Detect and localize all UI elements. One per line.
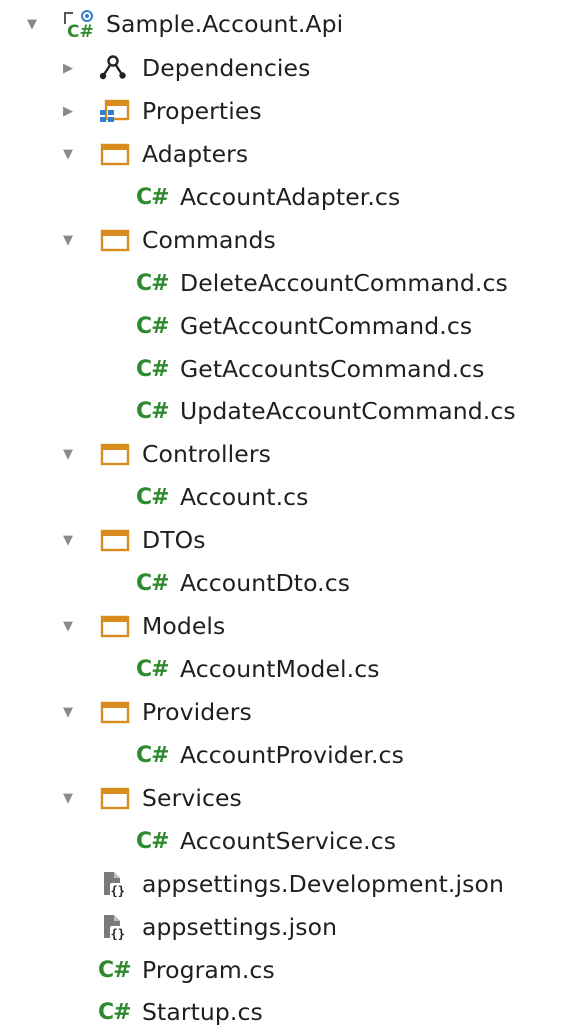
tree-item-folder-dtos[interactable]: ▼ DTOs: [60, 520, 206, 560]
json-settings-icon: {}: [98, 870, 132, 898]
tree-item-properties[interactable]: ▶ Properties: [60, 91, 262, 131]
tree-item-file-deleteaccountcommand[interactable]: C# DeleteAccountCommand.cs: [136, 263, 508, 303]
folder-icon: [98, 698, 132, 726]
csharp-file-icon: C#: [136, 828, 170, 854]
tree-item-file-appsettings[interactable]: {} appsettings.json: [98, 907, 337, 947]
tree-item-file-startup[interactable]: C# Startup.cs: [98, 992, 263, 1032]
tree-item-folder-commands[interactable]: ▼ Commands: [60, 220, 276, 260]
tree-item-folder-providers[interactable]: ▼ Providers: [60, 692, 252, 732]
tree-item-label: UpdateAccountCommand.cs: [180, 397, 516, 425]
svg-text:{}: {}: [111, 884, 125, 898]
csharp-file-icon: C#: [98, 999, 132, 1025]
folder-icon: [98, 526, 132, 554]
tree-item-file-accountmodel[interactable]: C# AccountModel.cs: [136, 649, 380, 689]
tree-item-file-getaccountscommand[interactable]: C# GetAccountsCommand.cs: [136, 349, 485, 389]
expand-arrow[interactable]: ▼: [60, 146, 76, 162]
folder-icon: [98, 440, 132, 468]
expand-arrow[interactable]: ▼: [60, 532, 76, 548]
csharp-file-icon: C#: [136, 398, 170, 424]
csharp-file-icon: C#: [136, 742, 170, 768]
json-settings-icon: {}: [98, 913, 132, 941]
expand-arrow[interactable]: ▼: [60, 232, 76, 248]
csharp-file-icon: C#: [136, 484, 170, 510]
folder-icon: [98, 140, 132, 168]
tree-item-label: DTOs: [142, 526, 206, 554]
tree-item-file-getaccountcommand[interactable]: C# GetAccountCommand.cs: [136, 306, 472, 346]
tree-item-label: Adapters: [142, 140, 249, 168]
tree-item-file-accountdto[interactable]: C# AccountDto.cs: [136, 563, 350, 603]
properties-icon: [98, 97, 132, 125]
csharp-file-icon: C#: [136, 313, 170, 339]
tree-item-label: Commands: [142, 226, 276, 254]
tree-item-folder-services[interactable]: ▼ Services: [60, 778, 242, 818]
tree-item-label: GetAccountCommand.cs: [180, 312, 473, 340]
svg-text:C#: C#: [67, 22, 94, 39]
folder-icon: [98, 784, 132, 812]
tree-item-file-program[interactable]: C# Program.cs: [98, 950, 275, 990]
collapsed-arrow[interactable]: ▶: [60, 60, 76, 76]
csharp-project-icon: C#: [62, 10, 96, 39]
collapsed-arrow[interactable]: ▶: [60, 103, 76, 119]
tree-item-label: Services: [142, 784, 242, 812]
csharp-file-icon: C#: [136, 570, 170, 596]
tree-item-label: AccountService.cs: [180, 827, 397, 855]
folder-icon: [98, 226, 132, 254]
solution-explorer-tree: ▼ C# Sample.Account.Api ▶ Dependencies ▶…: [0, 0, 582, 1027]
tree-item-label: Models: [142, 612, 226, 640]
tree-item-folder-models[interactable]: ▼ Models: [60, 606, 225, 646]
tree-item-file-appsettings-development[interactable]: {} appsettings.Development.json: [98, 864, 504, 904]
tree-item-dependencies[interactable]: ▶ Dependencies: [60, 48, 310, 88]
tree-item-file-accountadapter[interactable]: C# AccountAdapter.cs: [136, 177, 400, 217]
csharp-file-icon: C#: [98, 957, 132, 983]
tree-item-project-root[interactable]: ▼ C# Sample.Account.Api: [24, 4, 343, 44]
expand-arrow[interactable]: ▼: [60, 446, 76, 462]
tree-item-folder-adapters[interactable]: ▼ Adapters: [60, 134, 248, 174]
tree-item-label: Controllers: [142, 440, 271, 468]
expand-arrow[interactable]: ▼: [60, 790, 76, 806]
tree-item-label: Properties: [142, 97, 262, 125]
expand-arrow[interactable]: ▼: [24, 16, 40, 32]
tree-item-file-updateaccountcommand[interactable]: C# UpdateAccountCommand.cs: [136, 391, 516, 431]
expand-arrow[interactable]: ▼: [60, 704, 76, 720]
tree-item-label: Program.cs: [142, 956, 275, 984]
csharp-file-icon: C#: [136, 184, 170, 210]
tree-item-label: AccountProvider.cs: [180, 741, 404, 769]
tree-item-folder-controllers[interactable]: ▼ Controllers: [60, 434, 271, 474]
csharp-file-icon: C#: [136, 356, 170, 382]
tree-item-label: AccountModel.cs: [180, 655, 380, 683]
tree-item-label: AccountAdapter.cs: [180, 183, 401, 211]
tree-item-label: appsettings.Development.json: [142, 870, 504, 898]
dependencies-icon: [98, 54, 132, 82]
csharp-file-icon: C#: [136, 656, 170, 682]
csharp-file-icon: C#: [136, 270, 170, 296]
tree-item-label: Dependencies: [142, 54, 311, 82]
tree-item-label: Startup.cs: [142, 998, 263, 1026]
tree-item-label: appsettings.json: [142, 913, 338, 941]
tree-item-label: GetAccountsCommand.cs: [180, 355, 485, 383]
tree-item-label: AccountDto.cs: [180, 569, 351, 597]
tree-item-label: Account.cs: [180, 483, 309, 511]
tree-item-file-account[interactable]: C# Account.cs: [136, 477, 309, 517]
folder-icon: [98, 612, 132, 640]
svg-text:{}: {}: [111, 927, 125, 941]
tree-item-label: DeleteAccountCommand.cs: [180, 269, 508, 297]
tree-item-label: Sample.Account.Api: [106, 10, 344, 38]
tree-item-file-accountservice[interactable]: C# AccountService.cs: [136, 821, 396, 861]
tree-item-file-accountprovider[interactable]: C# AccountProvider.cs: [136, 735, 404, 775]
tree-item-label: Providers: [142, 698, 252, 726]
expand-arrow[interactable]: ▼: [60, 618, 76, 634]
